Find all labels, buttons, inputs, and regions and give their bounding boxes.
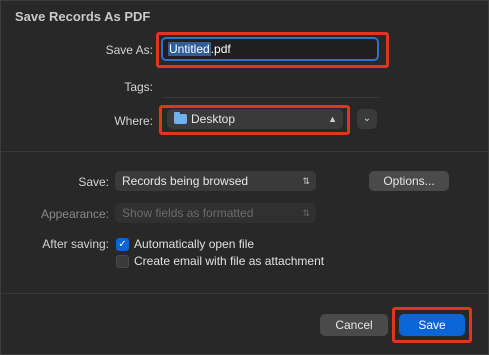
appearance-value: Show fields as formatted — [122, 206, 254, 220]
chevron-down-icon: ⌄ — [362, 113, 372, 124]
save-option-popup[interactable]: Records being browsed ⇅ — [115, 171, 316, 191]
appearance-popup[interactable]: Show fields as formatted ⇅ — [115, 203, 316, 223]
save-option-label: Save: — [78, 175, 109, 189]
create-email-checkbox[interactable] — [116, 255, 129, 268]
options-button[interactable]: Options... — [369, 171, 449, 191]
appearance-label: Appearance: — [40, 207, 109, 221]
create-email-label: Create email with file as attachment — [134, 254, 325, 268]
expand-browser-button[interactable]: ⌄ — [357, 109, 377, 129]
chevron-updown-icon: ⇅ — [302, 176, 310, 186]
after-saving-label: After saving: — [42, 237, 109, 251]
save-pdf-dialog: Save Records As PDF Save As: Untitled.pd… — [0, 0, 489, 355]
tags-input[interactable] — [163, 77, 379, 98]
highlight-where — [159, 105, 350, 135]
highlight-save — [392, 307, 472, 343]
auto-open-checkbox[interactable]: ✓ — [116, 238, 129, 251]
save-option-value: Records being browsed — [122, 174, 249, 188]
chevron-updown-icon: ⇅ — [302, 208, 310, 218]
highlight-filename — [156, 32, 389, 68]
auto-open-label: Automatically open file — [134, 237, 255, 251]
where-label: Where: — [114, 114, 153, 128]
cancel-button[interactable]: Cancel — [320, 314, 388, 336]
checkmark-icon: ✓ — [118, 239, 127, 250]
section-divider-bottom — [1, 293, 488, 294]
save-as-label: Save As: — [105, 43, 153, 57]
tags-label: Tags: — [124, 80, 153, 94]
dialog-title: Save Records As PDF — [15, 9, 151, 24]
section-divider-top — [1, 151, 488, 152]
